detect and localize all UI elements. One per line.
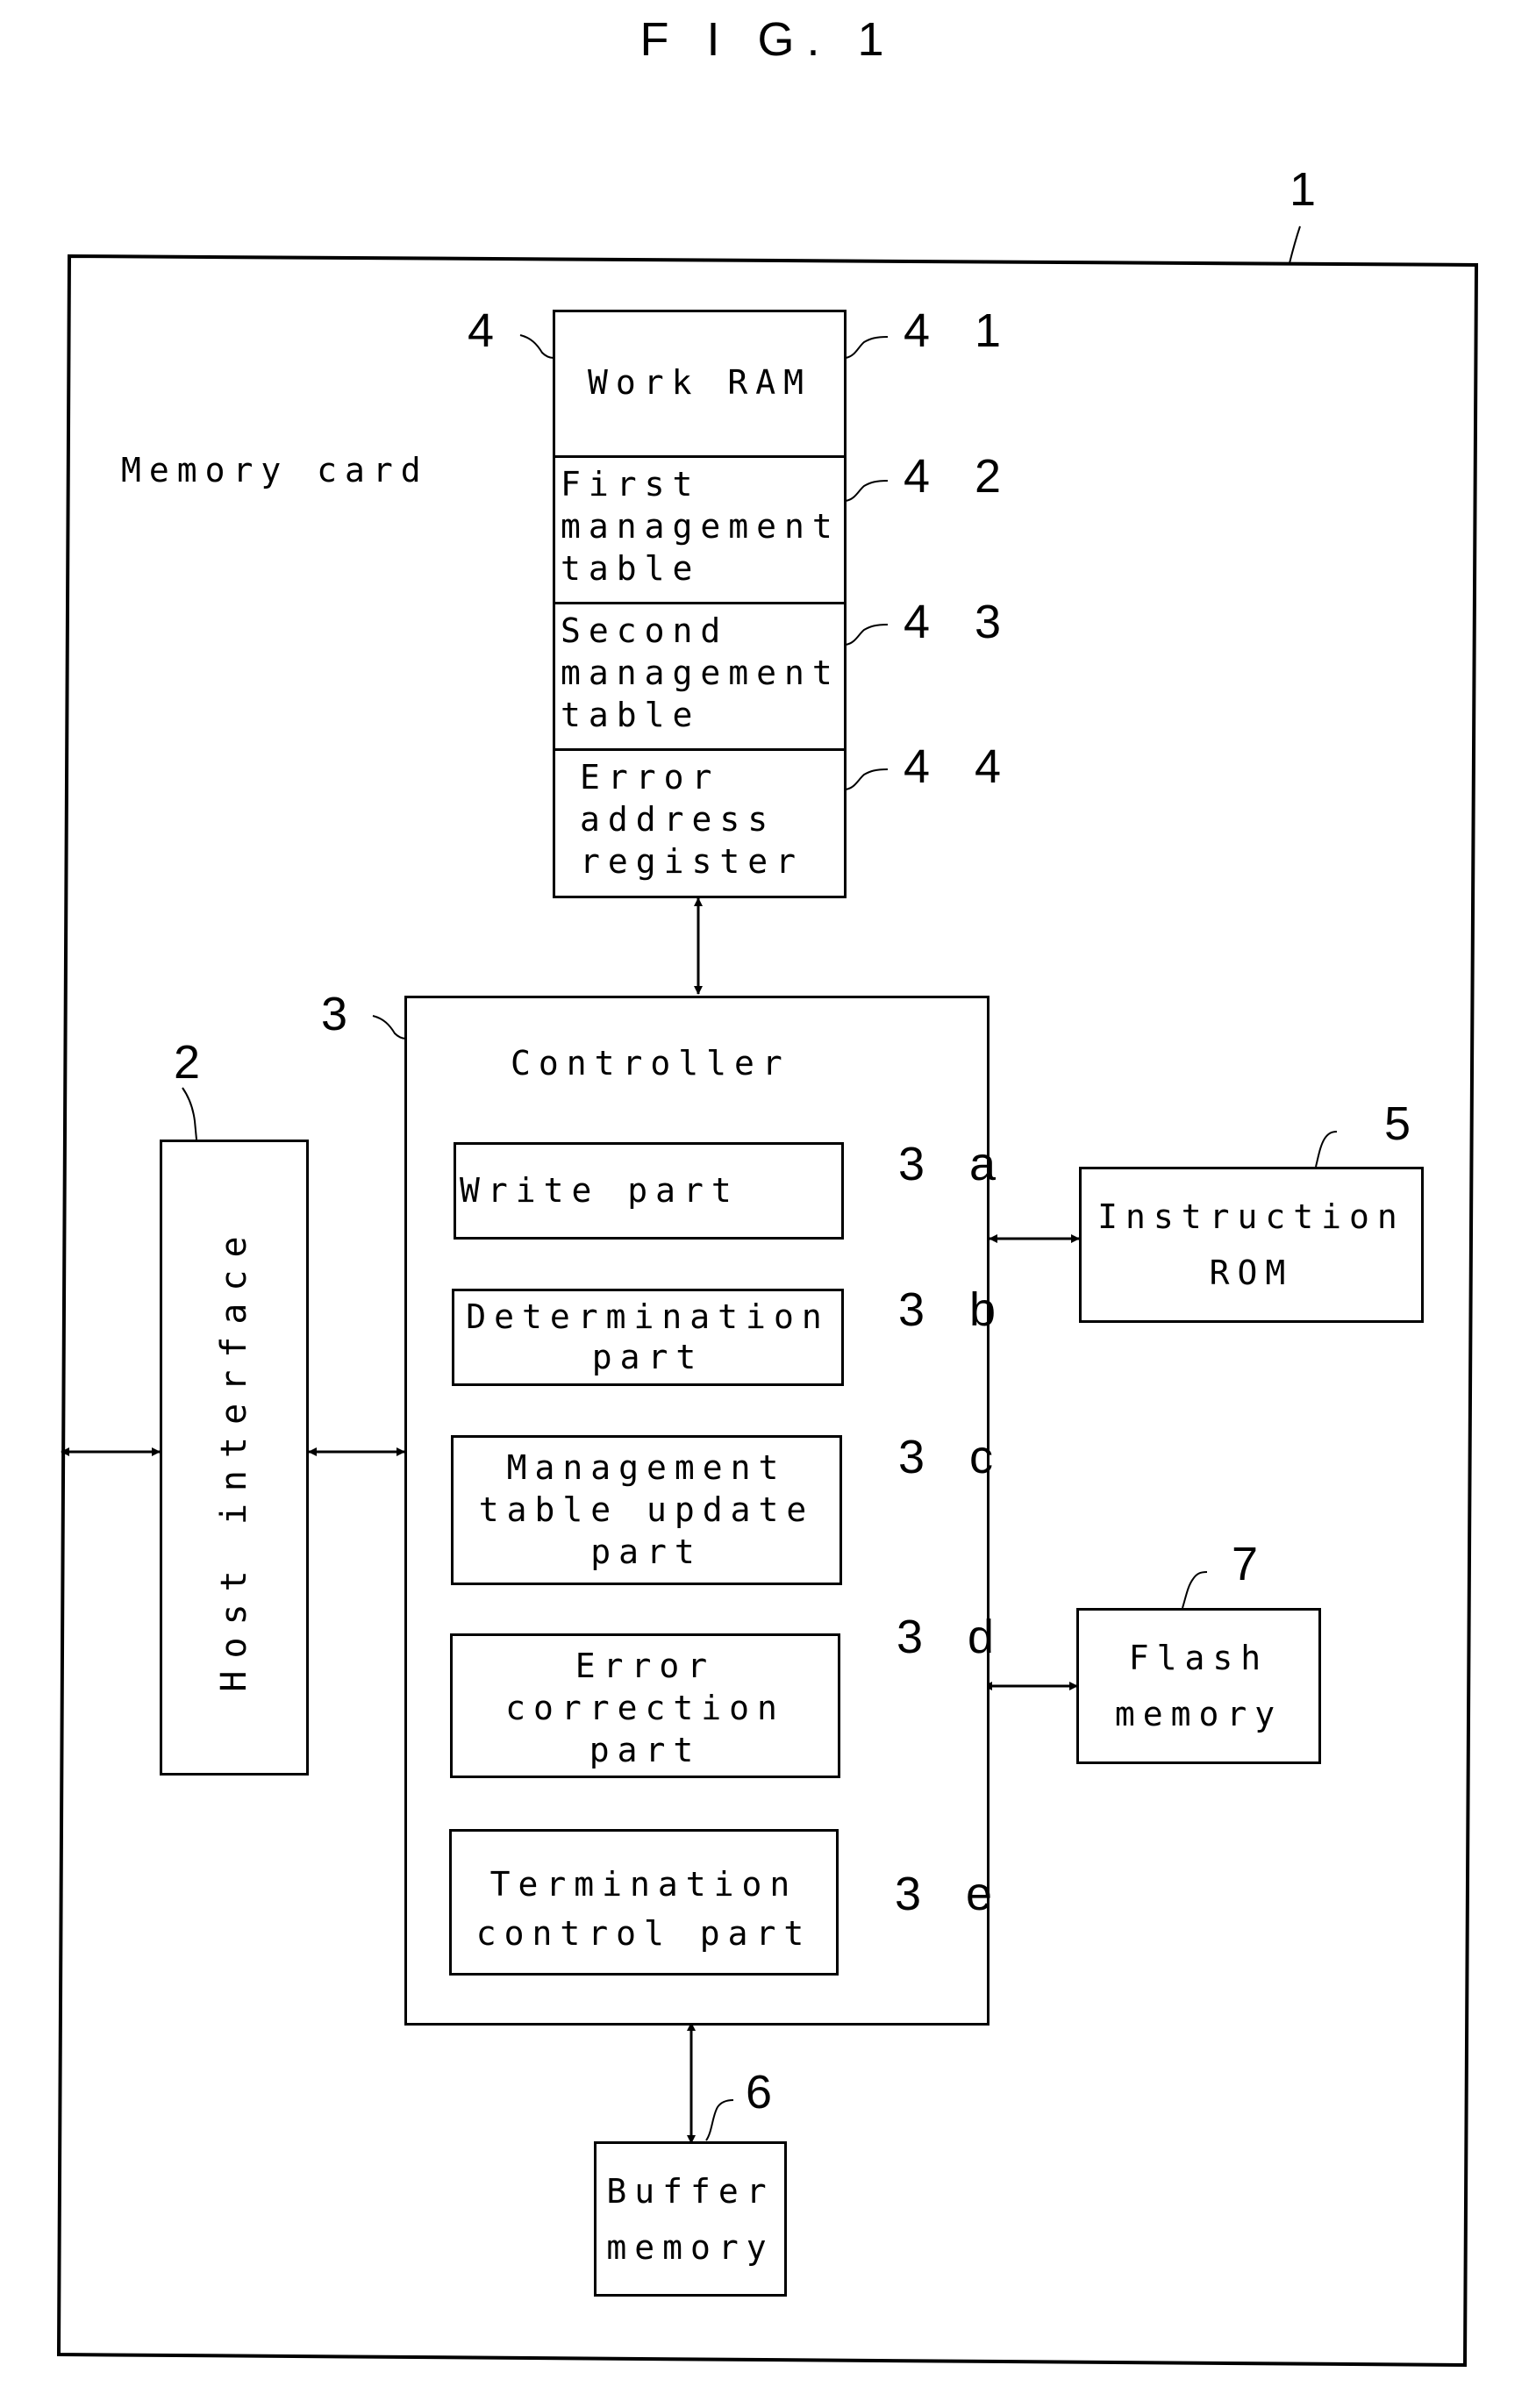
ref-label-buffer-memory: 6 (746, 2066, 789, 2119)
buffer-memory-block: Buffer memory (594, 2141, 787, 2297)
instruction-rom-block: Instruction ROM (1079, 1167, 1424, 1323)
work-ram-section: Work RAM (555, 312, 844, 458)
buffer-memory-label: Buffer memory (606, 2172, 775, 2267)
leader-42 (845, 480, 889, 502)
leader-3 (372, 1015, 407, 1040)
ref-label-write-part: 3 a (898, 1138, 1012, 1190)
controller-label: Controller (511, 1044, 790, 1083)
first-management-table-section: First management table (555, 458, 844, 604)
second-management-table-label: Second management table (561, 611, 840, 734)
write-part-label: Write part (460, 1171, 739, 1210)
ref-label-first-management-table: 4 2 (904, 450, 1018, 503)
ref-label-controller: 3 (321, 988, 364, 1040)
ref-label-management-table-update-part: 3 c (898, 1431, 1010, 1483)
write-part-block: Write part (454, 1142, 844, 1240)
ref-label-work-ram: 4 1 (904, 304, 1018, 357)
management-table-update-part-label: Management table update part (478, 1448, 815, 1571)
first-management-table-label: First management table (561, 465, 840, 588)
error-correction-part-block: Error correction part (450, 1633, 840, 1778)
determination-part-block: Determination part (452, 1289, 844, 1386)
ref-label-work-ram-group: 4 (468, 304, 511, 357)
leader-43 (845, 624, 889, 646)
work-ram-label: Work RAM (587, 363, 812, 402)
second-management-table-section: Second management table (555, 604, 844, 751)
ref-label-error-address-register: 4 4 (904, 740, 1018, 793)
ref-label-second-management-table: 4 3 (904, 596, 1018, 648)
termination-control-part-label: Termination control part (475, 1865, 812, 1953)
leader-1 (1289, 225, 1301, 264)
ref-label-memory-card: 1 (1290, 163, 1332, 216)
flash-memory-block: Flash memory (1076, 1608, 1321, 1764)
ref-label-determination-part: 3 b (898, 1283, 1012, 1336)
flash-memory-label: Flash memory (1114, 1639, 1283, 1733)
instruction-rom-label: Instruction ROM (1097, 1197, 1405, 1292)
work-ram-block: Work RAM First management table Second m… (553, 310, 847, 898)
ref-label-instruction-rom: 5 (1384, 1097, 1427, 1150)
error-address-register-section: Error address register (555, 751, 844, 896)
error-correction-part-label: Error correction part (505, 1647, 785, 1769)
ref-label-host-interface: 2 (174, 1036, 217, 1089)
ref-label-termination-control-part: 3 e (895, 1868, 1009, 1920)
ref-label-error-correction-part: 3 d (897, 1611, 1011, 1663)
leader-2 (182, 1087, 197, 1140)
leader-44 (845, 768, 889, 790)
host-interface-block: Host interface (160, 1140, 309, 1776)
leader-7 (1182, 1571, 1208, 1609)
leader-5 (1315, 1131, 1338, 1168)
management-table-update-part-block: Management table update part (451, 1435, 842, 1585)
leader-41 (845, 336, 889, 359)
memory-card-label: Memory card (121, 451, 429, 489)
error-address-register-label: Error address register (580, 758, 804, 881)
leader-6 (705, 2099, 734, 2141)
leader-4 (519, 334, 554, 359)
host-interface-label: Host interface (214, 1223, 254, 1692)
termination-control-part-block: Termination control part (449, 1829, 839, 1976)
ref-label-flash-memory: 7 (1232, 1538, 1275, 1590)
determination-part-label: Determination part (466, 1297, 830, 1376)
